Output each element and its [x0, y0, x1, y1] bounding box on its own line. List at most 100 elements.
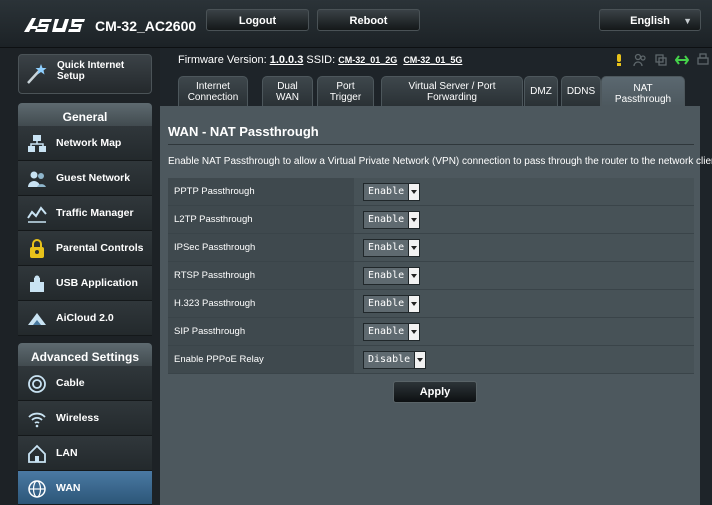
dropdown-arrow-icon	[408, 239, 421, 257]
traffic-manager-icon	[27, 206, 47, 223]
sidebar-item-label: LAN	[56, 447, 78, 459]
tab-label-line1: Port	[336, 80, 355, 92]
tab-nat-passthrough[interactable]: NAT Passthrough	[601, 76, 685, 110]
sidebar-item-label: AiCloud 2.0	[56, 312, 114, 324]
usb-status-icon[interactable]	[654, 53, 668, 67]
language-select[interactable]: English ▼	[599, 9, 701, 31]
router-model: CM-32_AC2600	[95, 18, 197, 34]
h323-passthrough-select[interactable]: Enable	[363, 295, 421, 313]
wan-globe-icon	[28, 480, 46, 498]
select-value: Enable	[363, 267, 409, 285]
table-row: IPSec Passthrough Enable	[168, 234, 694, 262]
sidebar-item-label: USB Application	[56, 277, 138, 289]
select-value: Enable	[363, 239, 409, 257]
tab-virtual-server[interactable]: Virtual Server / Port Forwarding	[381, 76, 523, 106]
printer-icon[interactable]	[696, 53, 710, 67]
notification-bulb-icon[interactable]	[612, 53, 626, 67]
clients-icon[interactable]	[633, 53, 647, 67]
table-row: RTSP Passthrough Enable	[168, 262, 694, 290]
pppoe-relay-select[interactable]: Disable	[363, 351, 427, 369]
pptp-passthrough-select[interactable]: Enable	[363, 183, 421, 201]
top-bar: CM-32_AC2600 Logout Reboot English ▼	[0, 0, 712, 48]
sidebar-item-guest-network[interactable]: Guest Network	[18, 161, 152, 196]
select-value: Disable	[363, 351, 415, 369]
table-row: Enable PPPoE Relay Disable	[168, 346, 694, 374]
tab-label-line2: Forwarding	[426, 91, 477, 103]
table-row: PPTP Passthrough Enable	[168, 178, 694, 206]
table-row: H.323 Passthrough Enable	[168, 290, 694, 318]
setting-label: IPSec Passthrough	[168, 234, 354, 261]
tab-label-line1: DDNS	[566, 86, 596, 97]
quick-setup-line2: Setup	[57, 71, 85, 82]
table-row: L2TP Passthrough Enable	[168, 206, 694, 234]
sidebar-item-label: Network Map	[56, 137, 122, 149]
sidebar-item-label: Parental Controls	[56, 242, 144, 254]
language-label: English	[630, 15, 670, 27]
sidebar-item-network-map[interactable]: Network Map	[18, 126, 152, 161]
dropdown-arrow-icon	[408, 295, 421, 313]
select-value: Enable	[363, 323, 409, 341]
l2tp-passthrough-select[interactable]: Enable	[363, 211, 421, 229]
logout-button[interactable]: Logout	[206, 9, 309, 31]
tab-dmz[interactable]: DMZ	[524, 76, 558, 106]
ipsec-passthrough-select[interactable]: Enable	[363, 239, 421, 257]
sidebar-item-cable[interactable]: Cable	[18, 366, 152, 401]
rtsp-passthrough-select[interactable]: Enable	[363, 267, 421, 285]
tab-dual-wan[interactable]: Dual WAN	[262, 76, 313, 106]
tab-port-trigger[interactable]: Port Trigger	[317, 76, 374, 106]
dropdown-arrow-icon	[408, 211, 421, 229]
tab-label-line1: Virtual Server / Port	[408, 80, 496, 92]
setting-label: Enable PPPoE Relay	[168, 346, 354, 373]
tab-label-line1: Dual	[277, 80, 298, 92]
apply-button[interactable]: Apply	[393, 381, 477, 403]
ssid-5g-link[interactable]: CM-32_01_5G	[403, 55, 462, 65]
firmware-info: Firmware Version: 1.0.0.3 SSID: CM-32_01…	[178, 54, 462, 66]
tab-label-line1: Internet	[196, 80, 230, 92]
setting-label: SIP Passthrough	[168, 318, 354, 345]
title-divider	[168, 144, 694, 145]
firmware-version-link[interactable]: 1.0.0.3	[270, 54, 304, 66]
lan-icon	[28, 444, 46, 463]
dropdown-arrow-icon	[414, 351, 427, 369]
select-value: Enable	[363, 183, 409, 201]
table-row: SIP Passthrough Enable	[168, 318, 694, 346]
tab-label-line2: Passthrough	[614, 93, 672, 105]
dropdown-arrow-icon	[408, 183, 421, 201]
firmware-label: Firmware Version:	[178, 54, 267, 66]
wireless-icon	[28, 412, 46, 428]
dropdown-arrow-icon	[408, 323, 421, 341]
page-title: WAN - NAT Passthrough	[168, 124, 319, 139]
dropdown-arrow-icon	[408, 267, 421, 285]
tab-ddns[interactable]: DDNS	[561, 76, 601, 106]
status-icons	[612, 52, 710, 68]
parental-controls-icon	[30, 239, 44, 258]
usb-application-icon	[30, 275, 44, 292]
select-value: Enable	[363, 295, 409, 313]
brand-logo	[22, 14, 86, 40]
tab-label-line2: Connection	[187, 91, 239, 103]
sidebar-item-usb-application[interactable]: USB Application	[18, 266, 152, 301]
sidebar-item-label: Guest Network	[56, 172, 131, 184]
sidebar-item-label: Traffic Manager	[56, 207, 134, 219]
ssid-2g-link[interactable]: CM-32_01_2G	[338, 55, 397, 65]
quick-internet-setup-button[interactable]: Quick Internet Setup	[18, 54, 152, 94]
magic-wand-icon	[27, 64, 47, 84]
network-map-icon	[28, 135, 46, 152]
tab-label-line1: NAT	[633, 82, 653, 94]
sidebar-item-parental-controls[interactable]: Parental Controls	[18, 231, 152, 266]
page-description: Enable NAT Passthrough to allow a Virtua…	[168, 156, 712, 167]
reboot-button[interactable]: Reboot	[317, 9, 420, 31]
sip-passthrough-select[interactable]: Enable	[363, 323, 421, 341]
quick-setup-label: Quick Internet Setup	[57, 60, 124, 82]
tab-label-line1: DMZ	[530, 86, 552, 97]
setting-label: RTSP Passthrough	[168, 262, 354, 289]
sidebar-item-aicloud[interactable]: AiCloud 2.0	[18, 301, 152, 336]
sidebar-item-traffic-manager[interactable]: Traffic Manager	[18, 196, 152, 231]
select-value: Enable	[363, 211, 409, 229]
tab-internet-connection[interactable]: Internet Connection	[178, 76, 248, 106]
internet-status-icon[interactable]	[675, 53, 689, 67]
sidebar-item-lan[interactable]: LAN	[18, 436, 152, 471]
dropdown-arrow-icon: ▼	[683, 16, 692, 26]
sidebar-item-wan[interactable]: WAN	[18, 471, 152, 505]
sidebar-item-wireless[interactable]: Wireless	[18, 401, 152, 436]
